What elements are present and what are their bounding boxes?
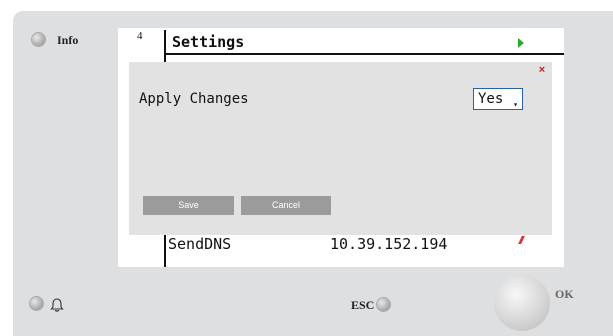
apply-changes-dialog: × Apply Changes Yes ▾ Save Cancel (129, 62, 552, 235)
bell-icon[interactable] (50, 297, 64, 313)
screen-divider-horizontal (164, 53, 564, 55)
esc-button[interactable] (377, 298, 390, 311)
info-label: Info (57, 33, 79, 47)
ok-knob[interactable] (494, 275, 550, 331)
apply-changes-label: Apply Changes (139, 91, 249, 107)
cancel-button[interactable]: Cancel (241, 196, 331, 215)
page-title: Settings (172, 33, 245, 51)
ok-label: OK (555, 287, 574, 301)
page-number: 4 (137, 30, 143, 42)
alarm-led (30, 297, 43, 310)
save-button[interactable]: Save (143, 196, 234, 215)
esc-label: ESC (351, 298, 375, 312)
apply-changes-select[interactable]: Yes ▾ (473, 88, 523, 110)
edit-marker-icon (518, 236, 525, 244)
close-icon[interactable]: × (536, 64, 548, 76)
select-value: Yes (478, 91, 504, 107)
right-arrow-icon[interactable] (518, 38, 524, 48)
background-row-label: SendDNS (168, 235, 232, 253)
info-led (32, 33, 45, 46)
background-row-value: 10.39.152.194 (330, 235, 448, 253)
dropdown-caret-icon: ▾ (513, 100, 518, 109)
